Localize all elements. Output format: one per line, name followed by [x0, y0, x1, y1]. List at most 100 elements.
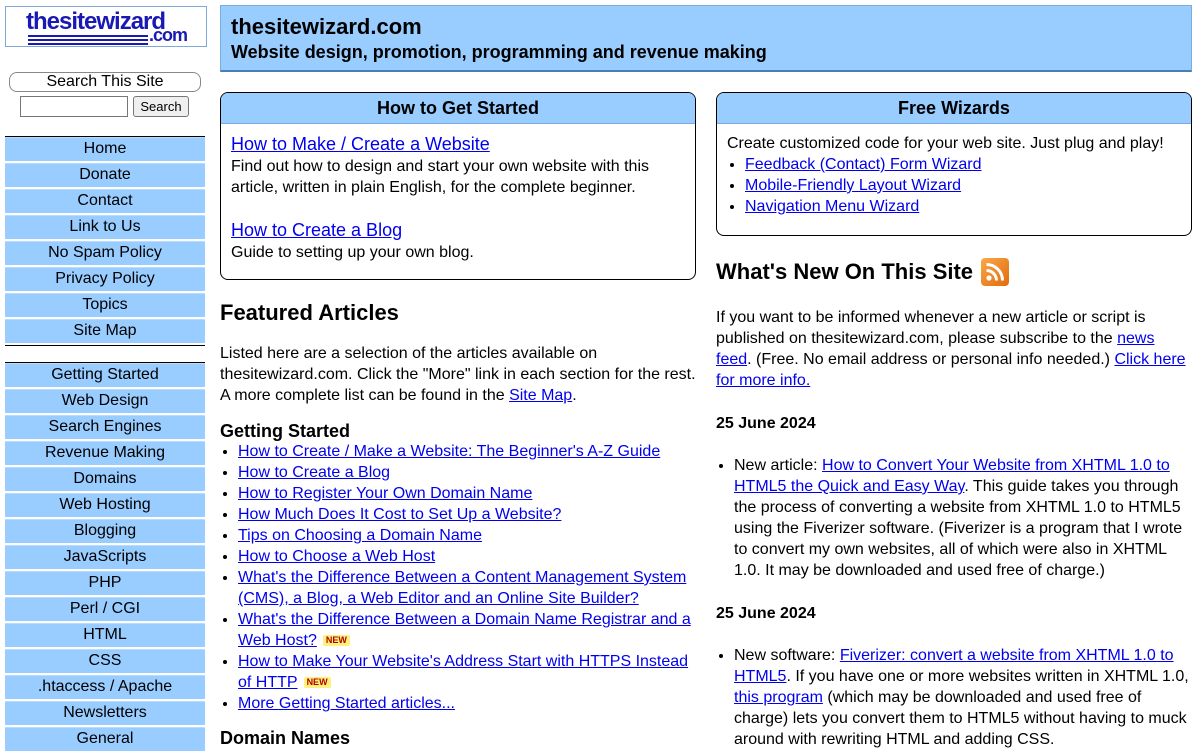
nav-item-home[interactable]: Home: [5, 137, 205, 163]
layout-wizard-link[interactable]: Mobile-Friendly Layout Wizard: [745, 177, 961, 194]
nav-item-donate[interactable]: Donate: [5, 163, 205, 189]
page-header: thesitewizard.com Website design, promot…: [220, 5, 1192, 72]
list-item: How to Create / Make a Website: The Begi…: [238, 441, 698, 462]
list-item: What's the Difference Between a Content …: [238, 567, 698, 609]
create-blog-link[interactable]: How to Create a Blog: [231, 220, 402, 240]
nav-item-search-engines[interactable]: Search Engines: [5, 415, 205, 441]
list-item: What's the Difference Between a Domain N…: [238, 609, 698, 651]
article-link[interactable]: How to Create / Make a Website: The Begi…: [238, 443, 660, 460]
free-wizards-heading: Free Wizards: [717, 93, 1191, 124]
article-link[interactable]: How to Choose a Web Host: [238, 548, 435, 565]
nav-item-javascripts[interactable]: JavaScripts: [5, 545, 205, 571]
news-item: New article: How to Convert Your Website…: [734, 455, 1194, 581]
article-link[interactable]: How to Register Your Own Domain Name: [238, 485, 532, 502]
create-blog-description: Guide to setting up your own blog.: [231, 244, 474, 261]
topics-nav: Getting Started Web Design Search Engine…: [5, 362, 205, 753]
nav-item-web-hosting[interactable]: Web Hosting: [5, 493, 205, 519]
getting-started-subheading: Getting Started: [220, 421, 351, 441]
nav-item-css[interactable]: CSS: [5, 649, 205, 675]
logo-stripe: [28, 39, 148, 41]
article-link[interactable]: How to Create a Blog: [238, 464, 390, 481]
article-list: How to Create / Make a Website: The Begi…: [220, 441, 698, 714]
featured-heading: Featured Articles: [220, 300, 399, 325]
news-prefix: New software:: [734, 647, 840, 664]
nav-item-perl-cgi[interactable]: Perl / CGI: [5, 597, 205, 623]
news-list: New article: How to Convert Your Website…: [716, 455, 1194, 581]
nav-item-web-design[interactable]: Web Design: [5, 389, 205, 415]
subscribe-text: If you want to be informed whenever a ne…: [716, 307, 1194, 391]
free-wizards-box: Free Wizards Create customized code for …: [716, 92, 1192, 236]
nav-menu-wizard-link[interactable]: Navigation Menu Wizard: [745, 198, 919, 215]
news-list: New software: Fiverizer: convert a websi…: [716, 645, 1194, 750]
list-item: Navigation Menu Wizard: [745, 196, 1181, 217]
wizards-list: Feedback (Contact) Form Wizard Mobile-Fr…: [727, 154, 1181, 217]
nav-item-blogging[interactable]: Blogging: [5, 519, 205, 545]
new-badge: NEW: [303, 677, 331, 688]
news-prefix: New article:: [734, 457, 823, 474]
nav-item-domains[interactable]: Domains: [5, 467, 205, 493]
featured-intro: Listed here are a selection of the artic…: [220, 343, 698, 406]
site-tagline: Website design, promotion, programming a…: [231, 42, 767, 62]
logo-stripe: [28, 43, 148, 45]
nav-item-link-to-us[interactable]: Link to Us: [5, 215, 205, 241]
list-item: How to Register Your Own Domain Name: [238, 483, 698, 504]
featured-articles: Featured Articles Listed here are a sele…: [220, 300, 698, 748]
primary-nav: Home Donate Contact Link to Us No Spam P…: [5, 136, 205, 346]
whats-new-title: What's New On This Site: [716, 259, 974, 284]
search-button[interactable]: Search: [133, 96, 189, 117]
subscribe-copy: If you want to be informed whenever a ne…: [716, 309, 1146, 347]
intro-text: Listed here are a selection of the artic…: [220, 345, 696, 404]
make-website-link[interactable]: How to Make / Create a Website: [231, 134, 490, 154]
get-started-box: How to Get Started How to Make / Create …: [220, 92, 696, 280]
news-item: New software: Fiverizer: convert a websi…: [734, 645, 1194, 750]
list-item: How to Make Your Website's Address Start…: [238, 651, 698, 693]
list-item: Mobile-Friendly Layout Wizard: [745, 175, 1181, 196]
wizards-intro: Create customized code for your web site…: [727, 135, 1164, 152]
nav-item-no-spam-policy[interactable]: No Spam Policy: [5, 241, 205, 267]
nav-item-general[interactable]: General: [5, 727, 205, 753]
list-item: Feedback (Contact) Form Wizard: [745, 154, 1181, 175]
article-link[interactable]: What's the Difference Between a Domain N…: [238, 611, 691, 649]
whats-new-heading: What's New On This Site: [716, 258, 1194, 286]
site-map-link[interactable]: Site Map: [509, 387, 572, 404]
site-logo[interactable]: thesitewizard .com: [5, 6, 207, 47]
news-date: 25 June 2024: [716, 415, 816, 432]
news-date: 25 June 2024: [716, 605, 816, 622]
list-item: Tips on Choosing a Domain Name: [238, 525, 698, 546]
logo-dotcom: .com: [149, 25, 188, 45]
list-item: How to Choose a Web Host: [238, 546, 698, 567]
nav-item-php[interactable]: PHP: [5, 571, 205, 597]
search-input[interactable]: [20, 96, 128, 117]
site-title: thesitewizard.com: [231, 14, 422, 39]
nav-item-contact[interactable]: Contact: [5, 189, 205, 215]
article-link[interactable]: How Much Does It Cost to Set Up a Websit…: [238, 506, 561, 523]
nav-item-topics[interactable]: Topics: [5, 293, 205, 319]
nav-item-html[interactable]: HTML: [5, 623, 205, 649]
news-text: . If you have one or more websites writt…: [786, 668, 1189, 685]
list-item: How Much Does It Cost to Set Up a Websit…: [238, 504, 698, 525]
make-website-description: Find out how to design and start your ow…: [231, 158, 649, 196]
article-link[interactable]: Tips on Choosing a Domain Name: [238, 527, 482, 544]
get-started-heading: How to Get Started: [221, 93, 695, 124]
rss-feed-icon[interactable]: [981, 258, 1010, 286]
more-articles-link[interactable]: More Getting Started articles...: [238, 695, 455, 712]
search-label: Search This Site: [9, 72, 201, 92]
this-program-link[interactable]: this program: [734, 689, 823, 706]
subscribe-copy: . (Free. No email address or personal in…: [747, 351, 1115, 368]
list-item: More Getting Started articles...: [238, 693, 698, 714]
nav-item-htaccess-apache[interactable]: .htaccess / Apache: [5, 675, 205, 701]
nav-item-site-map[interactable]: Site Map: [5, 319, 205, 345]
nav-item-newsletters[interactable]: Newsletters: [5, 701, 205, 727]
nav-item-privacy-policy[interactable]: Privacy Policy: [5, 267, 205, 293]
domain-names-subheading: Domain Names: [220, 728, 351, 748]
intro-text: .: [572, 387, 577, 404]
article-link[interactable]: What's the Difference Between a Content …: [238, 569, 686, 607]
nav-item-getting-started[interactable]: Getting Started: [5, 363, 205, 389]
nav-item-revenue-making[interactable]: Revenue Making: [5, 441, 205, 467]
logo-stripe: [28, 35, 148, 37]
nav-divider: [5, 345, 205, 346]
feedback-form-wizard-link[interactable]: Feedback (Contact) Form Wizard: [745, 156, 982, 173]
logo-text: thesitewizard: [26, 8, 166, 35]
whats-new-section: What's New On This Site If you want to b…: [716, 258, 1194, 750]
list-item: How to Create a Blog: [238, 462, 698, 483]
